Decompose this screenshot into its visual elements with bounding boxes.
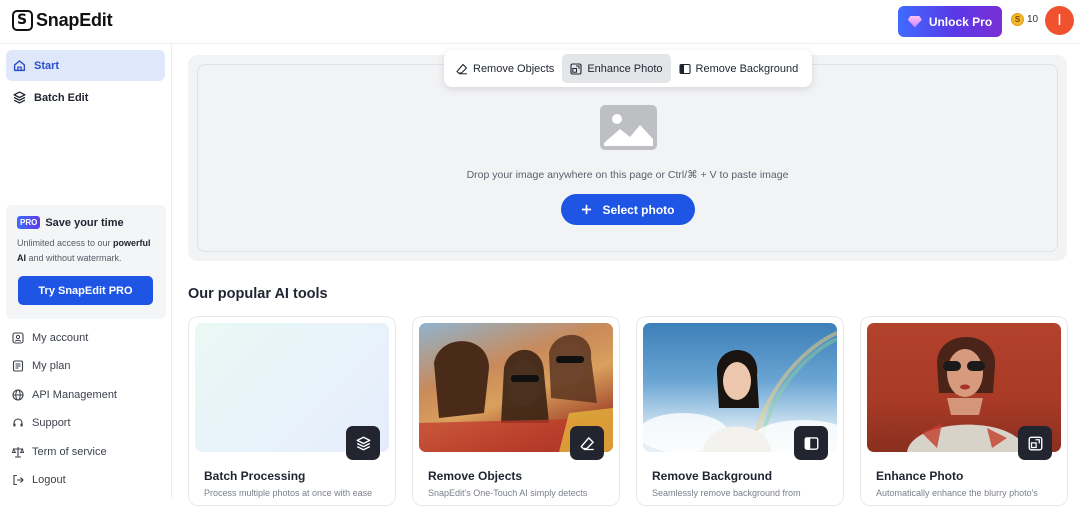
user-icon <box>12 332 24 344</box>
scale-icon <box>12 447 24 458</box>
tool-description: SnapEdit's One-Touch AI simply detects <box>428 488 588 498</box>
enhance-icon <box>570 62 582 75</box>
sidebar-item-label: Batch Edit <box>34 91 89 104</box>
tool-title: Batch Processing <box>204 469 306 483</box>
tab-remove-objects[interactable]: Remove Objects <box>448 54 562 83</box>
try-pro-button[interactable]: Try SnapEdit PRO <box>18 276 153 305</box>
tool-card-batch-processing[interactable]: Batch Processing Process multiple photos… <box>188 316 396 506</box>
background-icon <box>794 426 828 460</box>
tool-card-remove-objects[interactable]: Remove Objects SnapEdit's One-Touch AI s… <box>412 316 620 506</box>
section-title: Our popular AI tools <box>188 286 328 302</box>
sidebar-link-my-account[interactable]: My account <box>12 332 88 344</box>
avatar[interactable]: I <box>1045 6 1074 35</box>
home-icon <box>13 60 26 72</box>
sidebar-link-support[interactable]: Support <box>12 417 71 429</box>
top-bar: S SnapEdit Unlock Pro S 10 I <box>0 0 1080 44</box>
logo-icon: S <box>12 10 33 31</box>
logo[interactable]: S SnapEdit <box>12 10 113 31</box>
select-photo-button[interactable]: Select photo <box>561 194 695 225</box>
tool-card-remove-background[interactable]: Remove Background Seamlessly remove back… <box>636 316 844 506</box>
image-placeholder-icon <box>600 105 657 150</box>
headset-icon <box>13 418 23 427</box>
sidebar-item-batch-edit[interactable]: Batch Edit <box>6 82 165 113</box>
tab-enhance-photo[interactable]: Enhance Photo <box>562 54 671 83</box>
credits-value: 10 <box>1027 14 1039 25</box>
pro-card-title: Save your time <box>45 216 124 229</box>
pro-upsell-card: PRO Save your time Unlimited access to o… <box>6 205 166 319</box>
tool-title: Remove Background <box>652 469 773 483</box>
diamond-icon <box>907 15 922 28</box>
background-icon <box>678 63 691 74</box>
unlock-pro-button[interactable]: Unlock Pro <box>898 6 1002 37</box>
pro-card-description: Unlimited access to our powerful AI and … <box>17 238 151 263</box>
tool-title: Enhance Photo <box>876 469 964 483</box>
sidebar-link-api-management[interactable]: API Management <box>12 389 117 401</box>
list-icon <box>12 360 24 372</box>
sidebar-link-logout[interactable]: Logout <box>12 474 66 486</box>
eraser-icon <box>456 63 468 74</box>
globe-icon <box>12 389 24 401</box>
layers-icon <box>13 91 26 104</box>
sidebar-link-term-of-service[interactable]: Term of service <box>12 446 107 458</box>
plus-icon <box>582 204 592 215</box>
credits-counter[interactable]: S 10 <box>1011 13 1038 26</box>
sidebar-link-my-plan[interactable]: My plan <box>12 360 71 372</box>
sidebar-item-label: Start <box>34 59 60 72</box>
drop-instructions: Drop your image anywhere on this page or… <box>466 169 789 181</box>
tool-description: Seamlessly remove background from <box>652 488 801 498</box>
layers-icon <box>346 426 380 460</box>
tool-card-enhance-photo[interactable]: Enhance Photo Automatically enhance the … <box>860 316 1068 506</box>
tool-description: Automatically enhance the blurry photo's <box>876 488 1038 498</box>
logout-icon <box>13 474 24 486</box>
tool-description: Process multiple photos at once with eas… <box>204 488 373 498</box>
app-name: SnapEdit <box>36 10 113 30</box>
sidebar: Start Batch Edit PRO Save your time Unli… <box>0 44 172 498</box>
select-photo-label: Select photo <box>602 202 675 217</box>
unlock-pro-label: Unlock Pro <box>928 14 993 29</box>
sidebar-item-start[interactable]: Start <box>6 50 165 81</box>
tool-tabs: Remove Objects Enhance Photo Remove Back… <box>444 50 812 87</box>
enhance-icon <box>1018 426 1052 460</box>
tool-title: Remove Objects <box>428 469 523 483</box>
pro-badge: PRO <box>17 216 41 229</box>
coin-icon: S <box>1011 13 1024 26</box>
eraser-icon <box>570 426 604 460</box>
tab-remove-background[interactable]: Remove Background <box>671 54 807 83</box>
